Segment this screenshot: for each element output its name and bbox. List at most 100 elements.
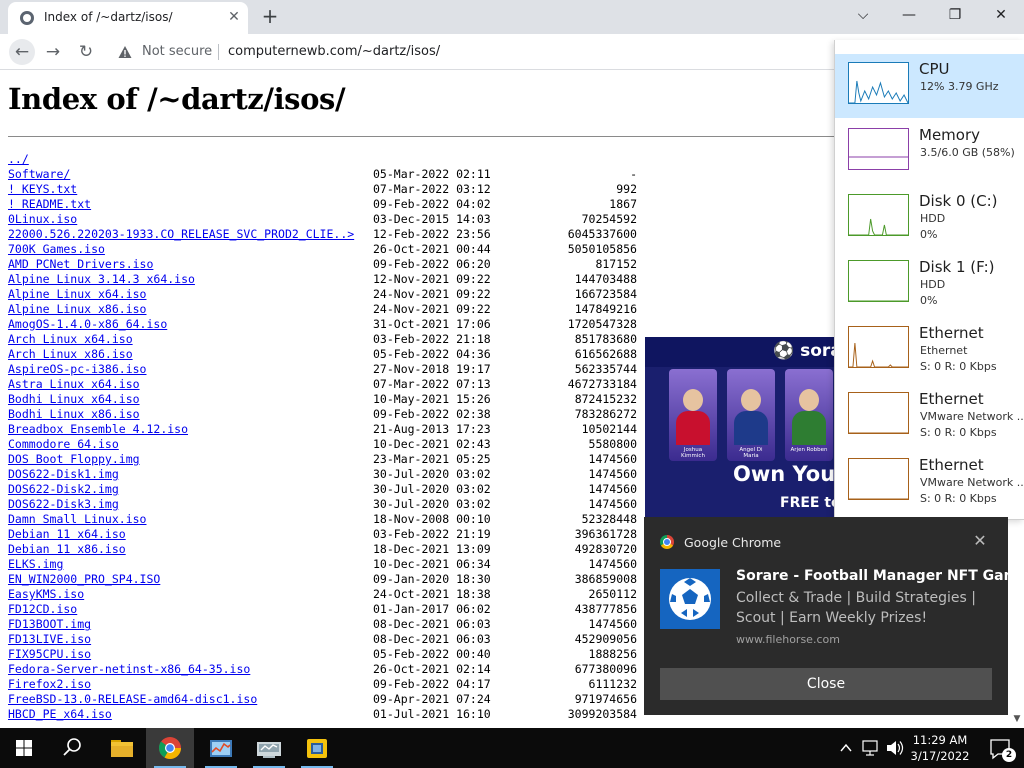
file-date: 23-Mar-2021 05:25 [373, 452, 491, 466]
file-date: 01-Jan-2017 06:02 [373, 602, 491, 616]
file-link[interactable]: DOS622-Disk2.img [8, 482, 119, 497]
file-link[interactable]: 0Linux.iso [8, 212, 77, 227]
action-center-button[interactable]: 2 [978, 728, 1024, 768]
file-link[interactable]: Astra Linux x64.iso [8, 377, 140, 392]
forward-button[interactable]: → [40, 39, 66, 65]
tab-search-icon[interactable]: ⌵ [840, 0, 886, 30]
new-tab-button[interactable]: + [258, 5, 282, 29]
file-size: 396361728 [574, 527, 637, 541]
network-icon[interactable] [860, 728, 882, 768]
player-name: Joshua Kimmich [681, 447, 705, 459]
volume-icon[interactable] [884, 728, 906, 768]
control-panel-taskbar-button[interactable] [245, 728, 293, 768]
file-date: 08-Dec-2021 06:03 [373, 632, 491, 646]
start-button[interactable] [0, 728, 48, 768]
search-button[interactable] [48, 728, 96, 768]
file-link[interactable]: AmogOS-1.4.0-x86_64.iso [8, 317, 167, 332]
file-link[interactable]: Commodore 64.iso [8, 437, 119, 452]
player-name: Angel Di Maria [739, 447, 763, 459]
chrome-taskbar-button[interactable] [146, 728, 194, 768]
back-button[interactable]: ← [9, 39, 35, 65]
file-size: 386859008 [574, 572, 637, 586]
file-date: 18-Nov-2008 00:10 [373, 512, 491, 526]
file-link[interactable]: Bodhi Linux x86.iso [8, 407, 140, 422]
file-link[interactable]: Alpine Linux x86.iso [8, 302, 146, 317]
sorare-ad-image[interactable]: ⚽ sorare Joshua Kimmich Angel Di Maria Arj… [645, 337, 835, 517]
file-link[interactable]: 700K Games.iso [8, 242, 105, 257]
file-size: 166723584 [574, 287, 637, 301]
chrome-icon [660, 535, 674, 549]
file-link[interactable]: Arch Linux x64.iso [8, 332, 133, 347]
file-link[interactable]: FD13LIVE.iso [8, 632, 91, 647]
file-link[interactable]: ! KEYS.txt [8, 182, 77, 197]
file-link[interactable]: Debian 11 x86.iso [8, 542, 126, 557]
file-link[interactable]: AMD PCNet Drivers.iso [8, 257, 153, 272]
perf-graph-icon [848, 128, 909, 170]
player-jersey [792, 411, 826, 445]
file-explorer-taskbar-button[interactable] [98, 728, 146, 768]
scroll-down-arrow-icon[interactable]: ▼ [1010, 712, 1024, 726]
file-link[interactable]: AspireOS-pc-i386.iso [8, 362, 146, 377]
file-link[interactable]: FD13BOOT.img [8, 617, 91, 632]
file-link[interactable]: HBCD_PE_x64.iso [8, 707, 112, 722]
file-date: 30-Jul-2020 03:02 [373, 497, 491, 511]
file-link[interactable]: ELKS.img [8, 557, 63, 572]
file-link[interactable]: Bodhi Linux x64.iso [8, 392, 140, 407]
minimize-button[interactable]: — [886, 0, 932, 30]
app-yellow-taskbar-button[interactable] [293, 728, 341, 768]
file-link[interactable]: Damn Small Linux.iso [8, 512, 146, 527]
file-size: 1888256 [588, 647, 637, 661]
tab-close-icon[interactable]: ✕ [224, 7, 244, 27]
file-link[interactable]: EN_WIN2000_PRO_SP4.ISO [8, 572, 160, 587]
file-date: 24-Nov-2021 09:22 [373, 287, 491, 301]
chrome-notification[interactable]: Google Chrome ✕ Sorare - Football Manage… [644, 517, 1024, 715]
window-close-button[interactable]: ✕ [978, 0, 1024, 30]
perf-item[interactable]: Ethernet VMware Network ... S: 0 R: 0 Kbps [835, 384, 1024, 448]
file-link[interactable]: Breadbox Ensemble 4.12.iso [8, 422, 188, 437]
browser-tab[interactable]: Index of /~dartz/isos/ ✕ [8, 2, 248, 34]
file-date: 03-Feb-2022 21:19 [373, 527, 491, 541]
file-link[interactable]: FIX95CPU.iso [8, 647, 91, 662]
perf-item[interactable]: Disk 1 (F:) HDD 0% [835, 252, 1024, 316]
file-link[interactable]: DOS Boot Floppy.img [8, 452, 140, 467]
file-link[interactable]: Firefox2.iso [8, 677, 91, 692]
file-link[interactable]: Arch Linux x86.iso [8, 347, 133, 362]
clock[interactable]: 11:29 AM 3/17/2022 [905, 732, 975, 764]
reload-button[interactable]: ↻ [73, 39, 99, 65]
file-link[interactable]: ../ [8, 152, 29, 167]
file-link[interactable]: Fedora-Server-netinst-x86_64-35.iso [8, 662, 250, 677]
file-date: 07-Mar-2022 07:13 [373, 377, 491, 391]
file-size: 616562688 [574, 347, 637, 361]
player-head [741, 389, 761, 411]
file-link[interactable]: EasyKMS.iso [8, 587, 84, 602]
file-link[interactable]: Alpine Linux 3.14.3 x64.iso [8, 272, 195, 287]
file-link[interactable]: 22000.526.220203-1933.CO_RELEASE_SVC_PRO… [8, 227, 354, 242]
perf-item[interactable]: Ethernet Ethernet S: 0 R: 0 Kbps [835, 318, 1024, 382]
file-link[interactable]: Alpine Linux x64.iso [8, 287, 146, 302]
perf-item[interactable]: CPU 12% 3.79 GHz [835, 54, 1024, 118]
file-date: 09-Feb-2022 04:02 [373, 197, 491, 211]
notification-title: Sorare - Football Manager NFT Game [736, 568, 1024, 584]
file-link[interactable]: DOS622-Disk3.img [8, 497, 119, 512]
perf-item[interactable]: Ethernet VMware Network ... S: 0 R: 0 Kbps [835, 450, 1024, 514]
address-bar[interactable]: Not secure computernewb.com/~dartz/isos/ [108, 38, 828, 66]
perf-item[interactable]: Disk 0 (C:) HDD 0% [835, 186, 1024, 250]
notification-close-button[interactable]: Close [660, 668, 992, 700]
notification-source: www.filehorse.com [736, 633, 840, 646]
file-link[interactable]: ! README.txt [8, 197, 91, 212]
file-date: 07-Mar-2022 03:12 [373, 182, 491, 196]
restore-button[interactable]: ❐ [932, 0, 978, 30]
notification-dismiss-icon[interactable]: ✕ [970, 531, 990, 551]
perf-title: Disk 0 (C:) [919, 192, 998, 210]
tray-overflow-chevron-icon[interactable] [836, 728, 856, 768]
file-link[interactable]: FreeBSD-13.0-RELEASE-amd64-disc1.iso [8, 692, 257, 707]
url-text[interactable]: computernewb.com/~dartz/isos/ [228, 44, 440, 59]
file-link[interactable]: Debian 11 x64.iso [8, 527, 126, 542]
file-link[interactable]: DOS622-Disk1.img [8, 467, 119, 482]
file-size: 6045337600 [567, 227, 637, 241]
task-manager-taskbar-button[interactable] [197, 728, 245, 768]
ad-headline: Own You [733, 462, 835, 486]
perf-item[interactable]: Memory 3.5/6.0 GB (58%) [835, 120, 1024, 184]
file-link[interactable]: FD12CD.iso [8, 602, 77, 617]
file-link[interactable]: Software/ [8, 167, 70, 182]
